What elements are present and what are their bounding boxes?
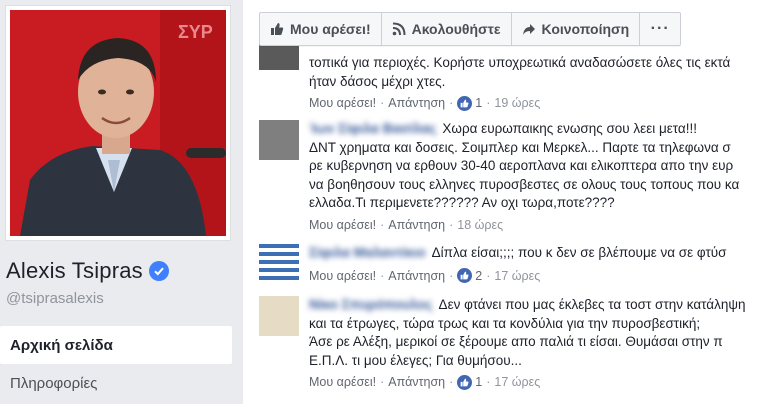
- profile-name-row: Alexis Tsipras: [6, 258, 169, 284]
- follow-label: Ακολουθήστε: [411, 21, 501, 37]
- comment-meta: Μου αρέσει! · Απάντηση · 1 · 17 ώρες: [309, 373, 768, 392]
- commenter-avatar[interactable]: [259, 244, 299, 284]
- follow-button[interactable]: Ακολουθήστε: [382, 13, 512, 45]
- like-page-button[interactable]: Μου αρέσει!: [260, 13, 382, 45]
- comment-text-line: Δίπλα είσαι;;;; που κ δεν σε βλέπουμε να…: [431, 245, 727, 260]
- like-count-icon: [457, 268, 473, 284]
- comment-text-line: Χωρα ευρωπαικης ενωσης σου λεει μετα!!!: [442, 121, 697, 136]
- comment-text-line: Δεν φτάνει που μας έκλεβες τα τοστ στην …: [438, 297, 746, 312]
- commenter-name[interactable]: Νίκο Σπυρόπουλος: [309, 297, 433, 312]
- comment-body: Νίκο Σπυρόπουλος Δεν φτάνει που μας έκλεβ…: [309, 296, 768, 392]
- comment-meta: Μου αρέσει! · Απάντηση · 2 · 17 ώρες: [309, 267, 768, 286]
- comment-meta: Μου αρέσει! · Απάντηση · 18 ώρες: [309, 216, 768, 235]
- profile-nav: Αρχική σελίδα Πληροφορίες: [0, 326, 232, 402]
- profile-photo[interactable]: ΣΥΡ: [5, 5, 231, 241]
- comment-text-line: ελλαδα.Τι περιμενετε?????? Αν οχι τωρα,π…: [309, 195, 615, 210]
- like-page-label: Μου αρέσει!: [290, 21, 371, 37]
- commenter-avatar[interactable]: [259, 120, 299, 160]
- comment-text-line: ΔΝΤ χρηματα και δοσεις. Σοιμπλερ και Μερ…: [309, 139, 731, 155]
- comment-reply-link[interactable]: Απάντηση: [388, 267, 445, 286]
- comment-timestamp[interactable]: 18 ώρες: [457, 216, 503, 235]
- comment-body: Σίφιλα Μαλαντίκιο Δίπλα είσαι;;;; που κ δ…: [309, 244, 768, 285]
- comment-timestamp[interactable]: 19 ώρες: [494, 94, 540, 113]
- profile-name[interactable]: Alexis Tsipras: [6, 258, 143, 284]
- profile-column: ΣΥΡ Alexis Tsipras @tsiprasalexis Αρχική…: [0, 0, 243, 404]
- comment-like-count[interactable]: 1: [475, 373, 482, 392]
- comment-text-line: τοπικά για περιοχές. Κορήστε υποχρεωτικά…: [309, 55, 731, 70]
- profile-handle: @tsiprasalexis: [6, 290, 104, 307]
- comment-timestamp[interactable]: 17 ώρες: [494, 267, 540, 286]
- commenter-avatar[interactable]: [259, 296, 299, 336]
- share-arrow-icon: [522, 24, 535, 35]
- nav-item-about[interactable]: Πληροφορίες: [0, 364, 232, 402]
- share-button[interactable]: Κοινοποίηση: [512, 13, 641, 45]
- comment-text-line: ήταν δάσος μέχρι χτες.: [309, 73, 446, 89]
- comment-like-link[interactable]: Μου αρέσει!: [309, 373, 376, 392]
- commenter-name[interactable]: Σίφιλα Μαλαντίκιο: [309, 245, 426, 260]
- verified-badge-icon: [148, 261, 169, 281]
- comment-timestamp[interactable]: 17 ώρες: [494, 373, 540, 392]
- post-comments-column: Μου αρέσει! Ακολουθήστε Κοινοποίηση ··· …: [243, 0, 768, 404]
- comment-text-line: Ε.Π.Λ. τι μου έλεγες; Για θυμήσου...: [309, 352, 522, 368]
- comment-reply-link[interactable]: Απάντηση: [388, 216, 445, 235]
- share-label: Κοινοποίηση: [541, 21, 630, 37]
- comment-reply-link[interactable]: Απάντηση: [388, 373, 445, 392]
- comment-like-link[interactable]: Μου αρέσει!: [309, 267, 376, 286]
- like-count-icon: [457, 95, 473, 111]
- more-options-icon: ···: [650, 20, 670, 37]
- svg-text:ΣΥΡ: ΣΥΡ: [178, 22, 213, 42]
- comment-text-line: και τα έτρωγες, τώρα τρως και τα κονδύλι…: [309, 315, 701, 331]
- comment-body: τοπικά για περιοχές. Κορήστε υποχρεωτικά…: [309, 54, 768, 113]
- comment-reply-link[interactable]: Απάντηση: [388, 94, 445, 113]
- person-portrait: ΣΥΡ: [10, 10, 226, 236]
- comment-meta: Μου αρέσει! · Απάντηση · 1 · 19 ώρες: [309, 94, 768, 113]
- comment-like-link[interactable]: Μου αρέσει!: [309, 216, 376, 235]
- comment-body: Ίων Σίφιλα Βασίλας Χωρα ευρωπαικης ενωσης…: [309, 120, 768, 234]
- comment-like-link[interactable]: Μου αρέσει!: [309, 94, 376, 113]
- nav-item-home[interactable]: Αρχική σελίδα: [0, 326, 232, 364]
- comment-like-count[interactable]: 2: [475, 267, 482, 286]
- like-count-icon: [457, 374, 473, 390]
- profile-photo-image: ΣΥΡ: [10, 10, 226, 236]
- more-options-button[interactable]: ···: [640, 13, 680, 45]
- comment-like-count[interactable]: 1: [475, 94, 482, 113]
- comment-text-line: ρε κυβερνηση να ερθουν 30-40 αεροπλανα κ…: [309, 158, 734, 173]
- commenter-name[interactable]: Ίων Σίφιλα Βασίλας: [309, 121, 436, 136]
- thumbs-up-icon: [271, 23, 284, 35]
- comment-text-line: Άσε ρε Αλέξη, μερικοί σε ξέρουμε απο παλ…: [309, 334, 723, 349]
- rss-icon: [392, 22, 406, 36]
- comment-text-line: να βοηθησουν τους ελληνες πυροσβεστες σε…: [309, 176, 740, 192]
- page-action-bar: Μου αρέσει! Ακολουθήστε Κοινοποίηση ···: [259, 12, 682, 46]
